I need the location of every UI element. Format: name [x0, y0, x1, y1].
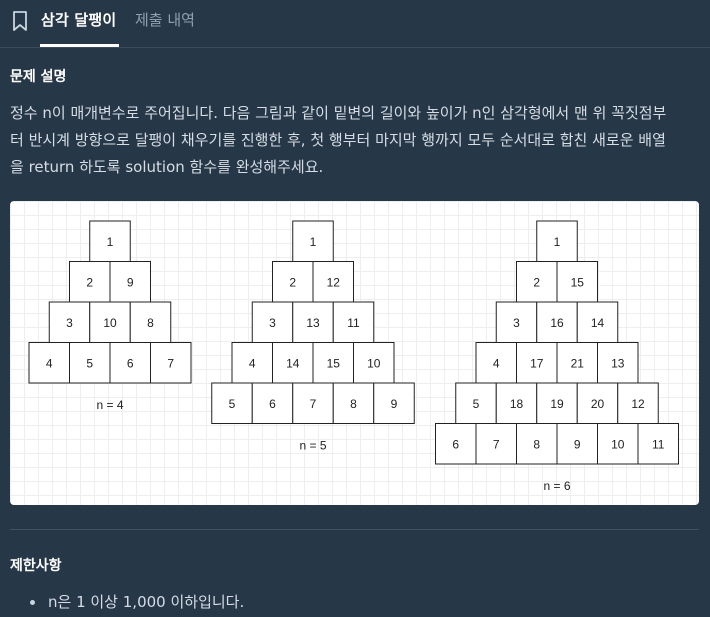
cell-number: 2	[289, 275, 296, 289]
cell-number: 6	[452, 437, 459, 451]
description-line: 정수 n이 매개변수로 주어집니다. 다음 그림과 같이 밑변의 길이와 높이가…	[10, 104, 667, 122]
cell-number: 7	[310, 397, 317, 411]
cell-number: 3	[66, 316, 73, 330]
cell-number: 7	[493, 437, 500, 451]
triangle-n6: 12 153 16 144 17 21 135 18 19 20 126 7 8 9 10 11n = 6	[435, 220, 679, 493]
cell-number: 21	[571, 356, 585, 370]
cell-number: 4	[249, 356, 256, 370]
constraints-title: 제한사항	[10, 558, 62, 574]
cell-number: 11	[652, 437, 665, 451]
description-line: 을 return 하도록 solution 함수를 완성해주세요.	[10, 158, 324, 176]
cell-number: 2	[86, 275, 93, 289]
triangle-n5: 12 123 13 114 14 15 105 6 7 8 9n = 5	[211, 220, 415, 453]
cell-number: 4	[46, 356, 53, 370]
problem-description: 정수 n이 매개변수로 주어집니다. 다음 그림과 같이 밑변의 길이와 높이가…	[10, 100, 700, 181]
cell-number: 10	[611, 437, 625, 451]
top-tab-bar: 삼각 달팽이 제출 내역	[0, 0, 710, 48]
description-line: 터 반시계 방향으로 달팽이 채우기를 진행한 후, 첫 행부터 마지막 행까지…	[10, 131, 666, 149]
cell-number: 13	[306, 316, 320, 330]
triangle-label: n = 4	[96, 398, 123, 412]
cell-number: 8	[147, 316, 154, 330]
triangle-label: n = 6	[543, 479, 570, 493]
cell-number: 18	[510, 397, 524, 411]
section-divider	[10, 529, 699, 530]
cell-number: 14	[591, 316, 605, 330]
bullet-icon	[30, 600, 35, 605]
cell-number: 3	[513, 316, 520, 330]
cell-number: 10	[367, 356, 381, 370]
cell-number: 12	[327, 275, 341, 289]
cell-number: 9	[574, 437, 581, 451]
cell-number: 5	[473, 397, 480, 411]
cell-number: 9	[127, 275, 134, 289]
cell-number: 8	[533, 437, 540, 451]
cell-number: 2	[533, 275, 540, 289]
cell-number: 6	[269, 397, 276, 411]
cell-number: 6	[127, 356, 134, 370]
triangle-snail-figure: 1 2 9 3 10 8 4 5 6 7 n = 4 1 2 12 3 13 11 4 14 15 10 5 6 7 8 9 n =…	[10, 201, 699, 505]
cell-number: 8	[350, 397, 357, 411]
cell-number: 1	[107, 235, 114, 249]
active-tab-indicator	[40, 44, 119, 47]
cell-number: 13	[611, 356, 625, 370]
tab-submissions[interactable]: 제출 내역	[135, 9, 195, 30]
cell-number: 20	[591, 397, 605, 411]
cell-number: 16	[550, 316, 564, 330]
cell-number: 15	[571, 275, 585, 289]
cell-number: 11	[347, 316, 360, 330]
cell-number: 1	[310, 235, 317, 249]
cell-number: 15	[327, 356, 341, 370]
cell-number: 7	[167, 356, 174, 370]
cell-number: 9	[391, 397, 398, 411]
triangle-diagram: 12 93 10 84 5 6 7n = 412 123 13 114 14 15 105 6 7 8 9n =…	[28, 220, 679, 493]
cell-number: 19	[550, 397, 564, 411]
cell-number: 5	[86, 356, 93, 370]
cell-number: 12	[631, 397, 645, 411]
cell-number: 5	[229, 397, 236, 411]
cell-number: 4	[493, 356, 500, 370]
constraint-item: n은 1 이상 1,000 이하입니다.	[48, 593, 245, 611]
cell-number: 1	[554, 235, 561, 249]
triangle-n4: 1 2 9 3 10 8 4 5 6 7 n = 4	[28, 220, 192, 412]
description-title: 문제 설명	[10, 69, 67, 85]
cell-number: 14	[286, 356, 300, 370]
triangle-label: n = 5	[299, 439, 326, 453]
cell-number: 10	[103, 316, 117, 330]
cell-number: 17	[530, 356, 544, 370]
tab-problem[interactable]: 삼각 달팽이	[41, 9, 116, 30]
cell-number: 3	[269, 316, 276, 330]
bookmark-icon[interactable]	[12, 11, 28, 31]
